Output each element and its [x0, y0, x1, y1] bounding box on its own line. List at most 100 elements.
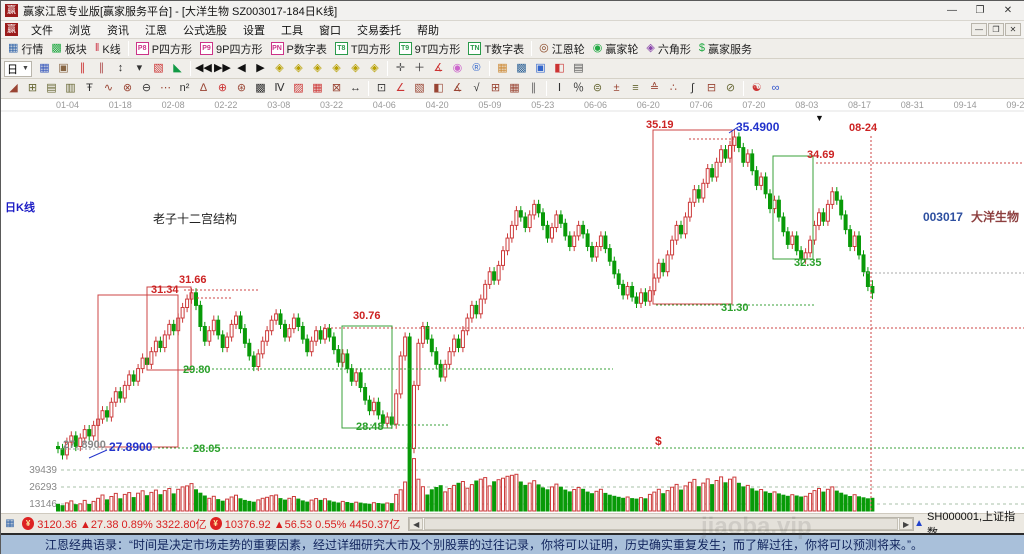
draw-tool-icon-28[interactable]: ∥ [524, 80, 543, 98]
draw-tool-icon-17[interactable]: ⊠ [327, 80, 346, 98]
nav-tool-icon-6[interactable]: ▧ [149, 60, 168, 78]
9p-square-button[interactable]: P9 9P四方形 [196, 40, 266, 58]
close-button[interactable]: ✕ [995, 3, 1021, 19]
9t-square-button[interactable]: T9 9T四方形 [395, 40, 465, 58]
menu-item-公式选股[interactable]: 公式选股 [175, 20, 235, 40]
menu-item-设置[interactable]: 设置 [235, 20, 273, 40]
draw-tool-icon-7[interactable]: ⊖ [137, 80, 156, 98]
draw-tool-icon-42[interactable]: ∞ [766, 80, 785, 98]
nav-tool-icon-9[interactable]: ◀◀ [194, 60, 213, 78]
quotes-button[interactable]: ▦ 行情 [4, 40, 47, 58]
menu-item-工具[interactable]: 工具 [273, 20, 311, 40]
nav-tool-icon-22[interactable]: ∡ [429, 60, 448, 78]
menu-item-浏览[interactable]: 浏览 [61, 20, 99, 40]
nav-tool-icon-1[interactable]: ▣ [54, 60, 73, 78]
nav-tool-icon-11[interactable]: ◀ [232, 60, 251, 78]
kline-button[interactable]: ‖ K线 [91, 40, 125, 58]
draw-tool-icon-37[interactable]: ∫ [683, 80, 702, 98]
draw-tool-icon-22[interactable]: ▧ [410, 80, 429, 98]
draw-tool-icon-32[interactable]: ⊜ [588, 80, 607, 98]
scroll-left-arrow[interactable]: ◀ [409, 517, 424, 530]
hexagon-button[interactable]: ◈ 六角形 [642, 40, 694, 58]
nav-tool-icon-29[interactable]: ◧ [550, 60, 569, 78]
shenzhen-index-quote[interactable]: 10376.92 ▲56.53 0.55% 4450.37亿 [225, 516, 400, 532]
draw-tool-icon-13[interactable]: ▩ [251, 80, 270, 98]
nav-tool-icon-10[interactable]: ▶▶ [213, 60, 232, 78]
draw-tool-icon-6[interactable]: ⊗ [118, 80, 137, 98]
draw-tool-icon-20[interactable]: ⊡ [372, 80, 391, 98]
nav-tool-icon-15[interactable]: ◈ [308, 60, 327, 78]
mdi-restore-button[interactable]: ❐ [988, 23, 1004, 36]
menu-item-江恩[interactable]: 江恩 [137, 20, 175, 40]
nav-tool-icon-5[interactable]: ▾ [130, 60, 149, 78]
draw-tool-icon-30[interactable]: Ⅰ [550, 80, 569, 98]
draw-tool-icon-5[interactable]: ∿ [99, 80, 118, 98]
scrollbar-thumb[interactable] [424, 517, 899, 530]
menu-item-交易委托[interactable]: 交易委托 [349, 20, 409, 40]
nav-tool-icon-18[interactable]: ◈ [365, 60, 384, 78]
draw-tool-icon-8[interactable]: ⋯ [156, 80, 175, 98]
nav-tool-icon-4[interactable]: ↕ [111, 60, 130, 78]
draw-tool-icon-11[interactable]: ⊕ [213, 80, 232, 98]
menu-item-帮助[interactable]: 帮助 [409, 20, 447, 40]
draw-tool-icon-21[interactable]: ∠ [391, 80, 410, 98]
draw-tool-icon-9[interactable]: n² [175, 80, 194, 98]
draw-tool-icon-33[interactable]: ± [607, 80, 626, 98]
candlestick-chart[interactable]: 01-04 01-18 02-08 02-22 03-08 03-22 04-06 04-20… [1, 99, 1024, 513]
mdi-minimize-button[interactable]: — [971, 23, 987, 36]
draw-tool-icon-0[interactable]: ◢ [4, 80, 23, 98]
draw-tool-icon-36[interactable]: ∴ [664, 80, 683, 98]
sectors-button[interactable]: ▩ 板块 [47, 40, 90, 58]
draw-tool-icon-25[interactable]: √ [467, 80, 486, 98]
draw-tool-icon-14[interactable]: Ⅳ [270, 80, 289, 98]
nav-tool-icon-20[interactable]: ✛ [391, 60, 410, 78]
nav-tool-icon-21[interactable]: ＋ [410, 60, 429, 78]
nav-tool-icon-2[interactable]: ∥ [73, 60, 92, 78]
nav-tool-icon-0[interactable]: ▦ [35, 60, 54, 78]
p-square-button[interactable]: P8 P四方形 [132, 40, 196, 58]
draw-tool-icon-15[interactable]: ▨ [289, 80, 308, 98]
draw-tool-icon-26[interactable]: ⊞ [486, 80, 505, 98]
nav-tool-icon-28[interactable]: ▣ [531, 60, 550, 78]
draw-tool-icon-4[interactable]: Ŧ [80, 80, 99, 98]
draw-tool-icon-23[interactable]: ◧ [429, 80, 448, 98]
nav-tool-icon-26[interactable]: ▦ [493, 60, 512, 78]
t-digit-table-button[interactable]: TN T数字表 [464, 40, 528, 58]
draw-tool-icon-24[interactable]: ∡ [448, 80, 467, 98]
winner-service-button[interactable]: $ 赢家服务 [695, 40, 756, 58]
p-digit-table-button[interactable]: PN P数字表 [267, 40, 331, 58]
draw-tool-icon-35[interactable]: ≙ [645, 80, 664, 98]
nav-tool-icon-14[interactable]: ◈ [289, 60, 308, 78]
scroll-right-arrow[interactable]: ▶ [899, 517, 914, 530]
draw-tool-icon-27[interactable]: ▦ [505, 80, 524, 98]
draw-tool-icon-3[interactable]: ▥ [61, 80, 80, 98]
draw-tool-icon-39[interactable]: ⊘ [721, 80, 740, 98]
menu-item-资讯[interactable]: 资讯 [99, 20, 137, 40]
draw-tool-icon-12[interactable]: ⊛ [232, 80, 251, 98]
nav-tool-icon-17[interactable]: ◈ [346, 60, 365, 78]
t-square-button[interactable]: T8 T四方形 [331, 40, 395, 58]
nav-tool-icon-13[interactable]: ◈ [270, 60, 289, 78]
menu-item-文件[interactable]: 文件 [23, 20, 61, 40]
nav-tool-icon-24[interactable]: ® [467, 60, 486, 78]
period-select[interactable]: 日 ▼ [4, 60, 32, 77]
nav-tool-icon-30[interactable]: ▤ [569, 60, 588, 78]
maximize-button[interactable]: ❐ [967, 3, 993, 19]
grid-icon[interactable]: ▦ [3, 517, 17, 530]
draw-tool-icon-16[interactable]: ▦ [308, 80, 327, 98]
draw-tool-icon-34[interactable]: ≡ [626, 80, 645, 98]
nav-tool-icon-7[interactable]: ◣ [168, 60, 187, 78]
nav-tool-icon-27[interactable]: ▩ [512, 60, 531, 78]
draw-tool-icon-10[interactable]: ∆ [194, 80, 213, 98]
draw-tool-icon-18[interactable]: ↔ [346, 80, 365, 98]
gann-wheel-button[interactable]: ◎ 江恩轮 [535, 40, 589, 58]
draw-tool-icon-1[interactable]: ⊞ [23, 80, 42, 98]
horizontal-scrollbar[interactable]: ◀ ▶ [408, 516, 915, 531]
winner-wheel-button[interactable]: ◉ 赢家轮 [589, 40, 643, 58]
draw-tool-icon-38[interactable]: ⊟ [702, 80, 721, 98]
chart-area[interactable]: 01-04 01-18 02-08 02-22 03-08 03-22 04-06 04-20… [1, 99, 1024, 554]
shanghai-index-quote[interactable]: 3120.36 ▲27.38 0.89% 3322.80亿 [37, 516, 206, 532]
nav-tool-icon-3[interactable]: ∥ [92, 60, 111, 78]
nav-tool-icon-23[interactable]: ◉ [448, 60, 467, 78]
draw-tool-icon-31[interactable]: ％ [569, 80, 588, 98]
